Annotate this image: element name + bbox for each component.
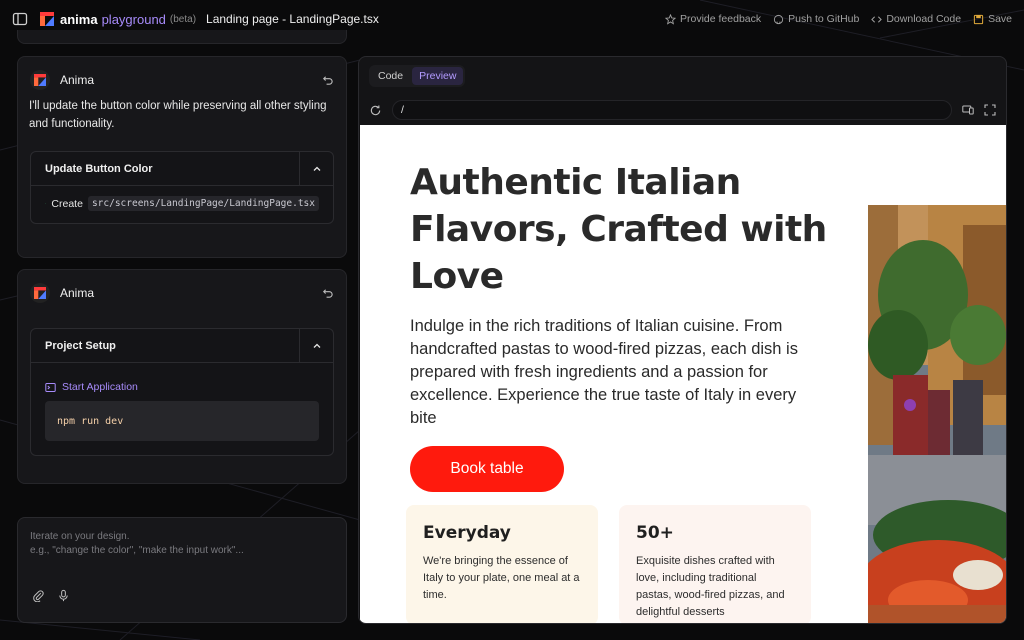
feature-text: Exquisite dishes crafted with love, incl… <box>636 555 785 618</box>
task-header[interactable]: Update Button Color <box>31 151 333 186</box>
chevron-up-icon <box>313 343 320 348</box>
feature-card-dishes: 50+ Exquisite dishes crafted with love, … <box>619 505 811 623</box>
task-step: Create src/screens/LandingPage/LandingPa… <box>45 196 319 211</box>
brand-sub: playground <box>101 11 166 27</box>
star-icon <box>665 13 676 25</box>
beta-badge: (beta) <box>169 13 197 25</box>
paperclip-icon[interactable] <box>32 589 45 602</box>
feature-title: 50+ <box>636 523 674 543</box>
hero-street-food-image <box>868 205 1006 623</box>
prompt-placeholder-line1: Iterate on your design. <box>30 531 130 542</box>
feature-text: We're bringing the essence of Italy to y… <box>423 555 580 601</box>
collapse-toggle[interactable] <box>299 328 333 363</box>
github-icon <box>774 14 784 24</box>
start-application-step: Start Application <box>45 381 319 393</box>
anima-logo-icon <box>40 12 54 26</box>
undo-icon[interactable] <box>321 287 334 300</box>
avatar <box>30 70 50 90</box>
top-actions: Provide feedback Push to GitHub Download… <box>665 13 1012 25</box>
undo-icon[interactable] <box>321 74 334 87</box>
landing-page-preview: Authentic Italian Flavors, Crafted with … <box>360 125 1006 623</box>
task-box: Update Button Color Create src/screens/L… <box>30 151 334 224</box>
page-title[interactable]: Landing page - LandingPage.tsx <box>206 12 379 26</box>
chat-message-update-button: Anima I'll update the button color while… <box>17 56 347 258</box>
push-to-github-button[interactable]: Push to GitHub <box>773 13 859 25</box>
task-header[interactable]: Project Setup <box>31 328 333 363</box>
download-code-label: Download Code <box>886 13 962 25</box>
check-icon <box>45 203 47 205</box>
brand-name: anima <box>60 11 98 27</box>
preview-pane: Code Preview Authentic Italian Flavors, … <box>358 56 1007 624</box>
prompt-placeholder-line2: e.g., "change the color", "make the inpu… <box>30 545 244 556</box>
task-title: Update Button Color <box>45 162 153 175</box>
save-button[interactable]: Save <box>973 13 1012 25</box>
task-title: Project Setup <box>45 339 116 352</box>
provide-feedback-button[interactable]: Provide feedback <box>665 13 761 25</box>
url-bar-row <box>359 96 1006 124</box>
sender-name: Anima <box>60 286 95 300</box>
provide-feedback-label: Provide feedback <box>680 13 762 25</box>
file-path[interactable]: src/screens/LandingPage/LandingPage.tsx <box>87 196 319 211</box>
terminal-icon <box>45 382 56 392</box>
anima-logo-icon <box>34 74 46 86</box>
avatar <box>30 283 50 303</box>
feature-title: Everyday <box>423 523 511 543</box>
task-body: Create src/screens/LandingPage/LandingPa… <box>31 186 333 223</box>
sender-name: Anima <box>60 73 95 87</box>
message-text: I'll update the button color while prese… <box>29 100 327 130</box>
step-label: Create <box>51 197 83 210</box>
url-tools <box>962 104 996 116</box>
url-input[interactable] <box>392 100 952 120</box>
task-body: Start Application npm run dev <box>31 363 333 455</box>
tab-preview[interactable]: Preview <box>412 67 464 85</box>
hero-text: Indulge in the rich traditions of Italia… <box>410 317 798 427</box>
tab-code[interactable]: Code <box>371 67 410 85</box>
previous-message-card <box>17 30 347 44</box>
save-icon <box>973 14 984 24</box>
chat-message-project-setup: Anima Project Setup Start Application np… <box>17 269 347 484</box>
save-label: Save <box>988 13 1012 25</box>
push-to-github-label: Push to GitHub <box>788 13 860 25</box>
collapse-toggle[interactable] <box>299 151 333 186</box>
message-header: Anima <box>18 270 346 316</box>
feature-card-everyday: Everyday We're bringing the essence of I… <box>406 505 598 623</box>
view-tabs: Code Preview <box>369 65 466 87</box>
book-table-button[interactable]: Book table <box>410 446 564 492</box>
hero-title: Authentic Italian Flavors, Crafted with … <box>410 162 827 297</box>
download-code-button[interactable]: Download Code <box>871 13 961 25</box>
sidebar-toggle-icon[interactable] <box>12 11 28 27</box>
task-box: Project Setup Start Application npm run … <box>30 328 334 456</box>
chevron-up-icon <box>313 166 320 171</box>
reload-icon[interactable] <box>369 104 382 117</box>
code-icon <box>871 15 883 23</box>
start-application-label: Start Application <box>62 381 138 393</box>
command-block: npm run dev <box>45 401 319 441</box>
microphone-icon[interactable] <box>57 589 70 602</box>
devices-icon[interactable] <box>962 104 974 116</box>
prompt-tools <box>32 589 70 602</box>
fullscreen-icon[interactable] <box>984 104 996 116</box>
prompt-input[interactable]: Iterate on your design. e.g., "change th… <box>17 517 347 623</box>
anima-logo-icon <box>34 287 46 299</box>
